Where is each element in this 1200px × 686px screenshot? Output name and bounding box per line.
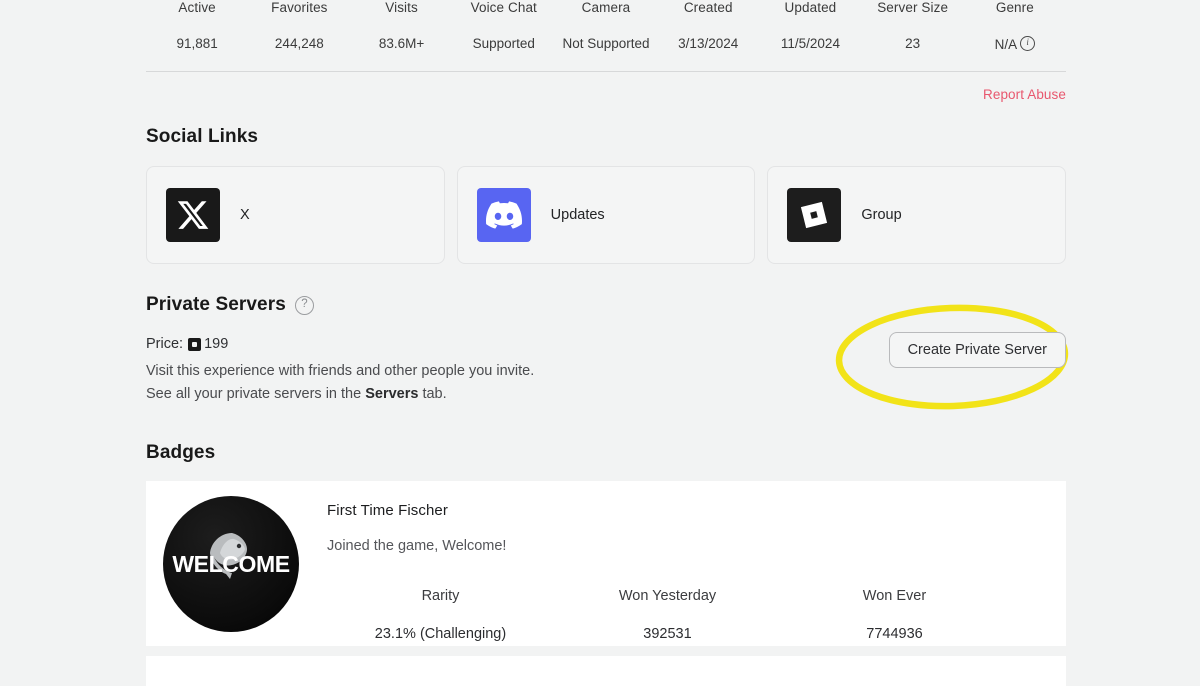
private-servers-heading: Private Servers [146,294,1066,316]
create-private-server-button[interactable]: Create Private Server [889,332,1066,368]
stat-label: Updated [759,0,861,16]
x-twitter-icon [166,188,220,242]
stat-label: Created [657,0,759,16]
badge-stat-rarity: Rarity 23.1% (Challenging) [327,588,554,642]
badge-stat-label: Won Ever [781,588,1008,604]
description-post: tab. [418,386,446,402]
badge-card[interactable]: WELCOME First Time Fischer Joined the ga… [146,481,1066,646]
badge-name: First Time Fischer [327,502,1066,519]
stat-label: Active [146,0,248,16]
badge-stat-value: 7744936 [781,626,1008,642]
stat-camera: Camera Not Supported [555,0,657,53]
social-links-row: X Updates [146,166,1066,264]
stat-label: Visits [350,0,452,16]
stat-value: Supported [453,36,555,52]
stat-value-wrap: N/A [964,36,1066,53]
servers-tab-link[interactable]: Servers [365,386,418,402]
stat-server-size: Server Size 23 [862,0,964,53]
social-card-label: Group [861,207,901,223]
experience-details-page: Active 91,881 Favorites 244,248 Visits 8… [146,0,1066,675]
stat-label: Genre [964,0,1066,16]
stat-label: Favorites [248,0,350,16]
stat-value: N/A [995,37,1018,52]
description-line-2: See all your private servers in the Serv… [146,383,1066,406]
badge-stat-won-yesterday: Won Yesterday 392531 [554,588,781,642]
stat-label: Server Size [862,0,964,16]
stat-label: Voice Chat [453,0,555,16]
price-value: 199 [204,336,228,352]
genre-info-icon[interactable] [1020,36,1035,51]
social-card-group[interactable]: Group [767,166,1066,264]
badge-stat-label: Won Yesterday [554,588,781,604]
stat-value: Not Supported [555,36,657,52]
stats-divider [146,71,1066,72]
stat-active: Active 91,881 [146,0,248,53]
report-abuse-link[interactable]: Report Abuse [983,87,1066,102]
badges-title: Badges [146,442,1066,464]
stat-favorites: Favorites 244,248 [248,0,350,53]
stat-created: Created 3/13/2024 [657,0,759,53]
stat-value: 11/5/2024 [759,36,861,52]
stat-value: 244,248 [248,36,350,52]
badges-section: Badges WELCOME First Time Fischer Jo [146,442,1066,686]
badge-stat-value: 23.1% (Challenging) [327,626,554,642]
report-abuse-row: Report Abuse [146,86,1066,104]
price-label: Price: [146,336,183,352]
stat-value: 91,881 [146,36,248,52]
badge-stat-won-ever: Won Ever 7744936 [781,588,1008,642]
experience-stats-row: Active 91,881 Favorites 244,248 Visits 8… [146,0,1066,53]
badge-stats-row: Rarity 23.1% (Challenging) Won Yesterday… [327,588,1066,642]
social-card-x[interactable]: X [146,166,445,264]
badge-card-partial[interactable] [146,656,1066,686]
private-servers-title: Private Servers [146,294,286,316]
roblox-icon [787,188,841,242]
stat-visits: Visits 83.6M+ [350,0,452,53]
stat-value: 23 [862,36,964,52]
social-links-section: Social Links X Updates [146,126,1066,264]
stat-genre: Genre N/A [964,0,1066,53]
social-links-title: Social Links [146,126,1066,148]
stat-label: Camera [555,0,657,16]
stat-value: 3/13/2024 [657,36,759,52]
badge-inner: WELCOME First Time Fischer Joined the ga… [146,481,1066,642]
stat-voice-chat: Voice Chat Supported [453,0,555,53]
stat-updated: Updated 11/5/2024 [759,0,861,53]
badge-avatar-text: WELCOME [172,551,289,578]
discord-icon [477,188,531,242]
description-pre: See all your private servers in the [146,386,365,402]
social-card-label: X [240,207,250,223]
badge-stat-label: Rarity [327,588,554,604]
badge-stat-value: 392531 [554,626,781,642]
social-card-updates[interactable]: Updates [457,166,756,264]
stat-value: 83.6M+ [350,36,452,52]
private-servers-section: Private Servers Price: 199 Visit this ex… [146,294,1066,406]
help-icon[interactable] [295,296,314,315]
badge-avatar: WELCOME [163,496,299,632]
robux-icon [188,338,201,351]
badge-description: Joined the game, Welcome! [327,538,1066,554]
social-card-label: Updates [551,207,605,223]
badge-body: First Time Fischer Joined the game, Welc… [299,496,1066,642]
